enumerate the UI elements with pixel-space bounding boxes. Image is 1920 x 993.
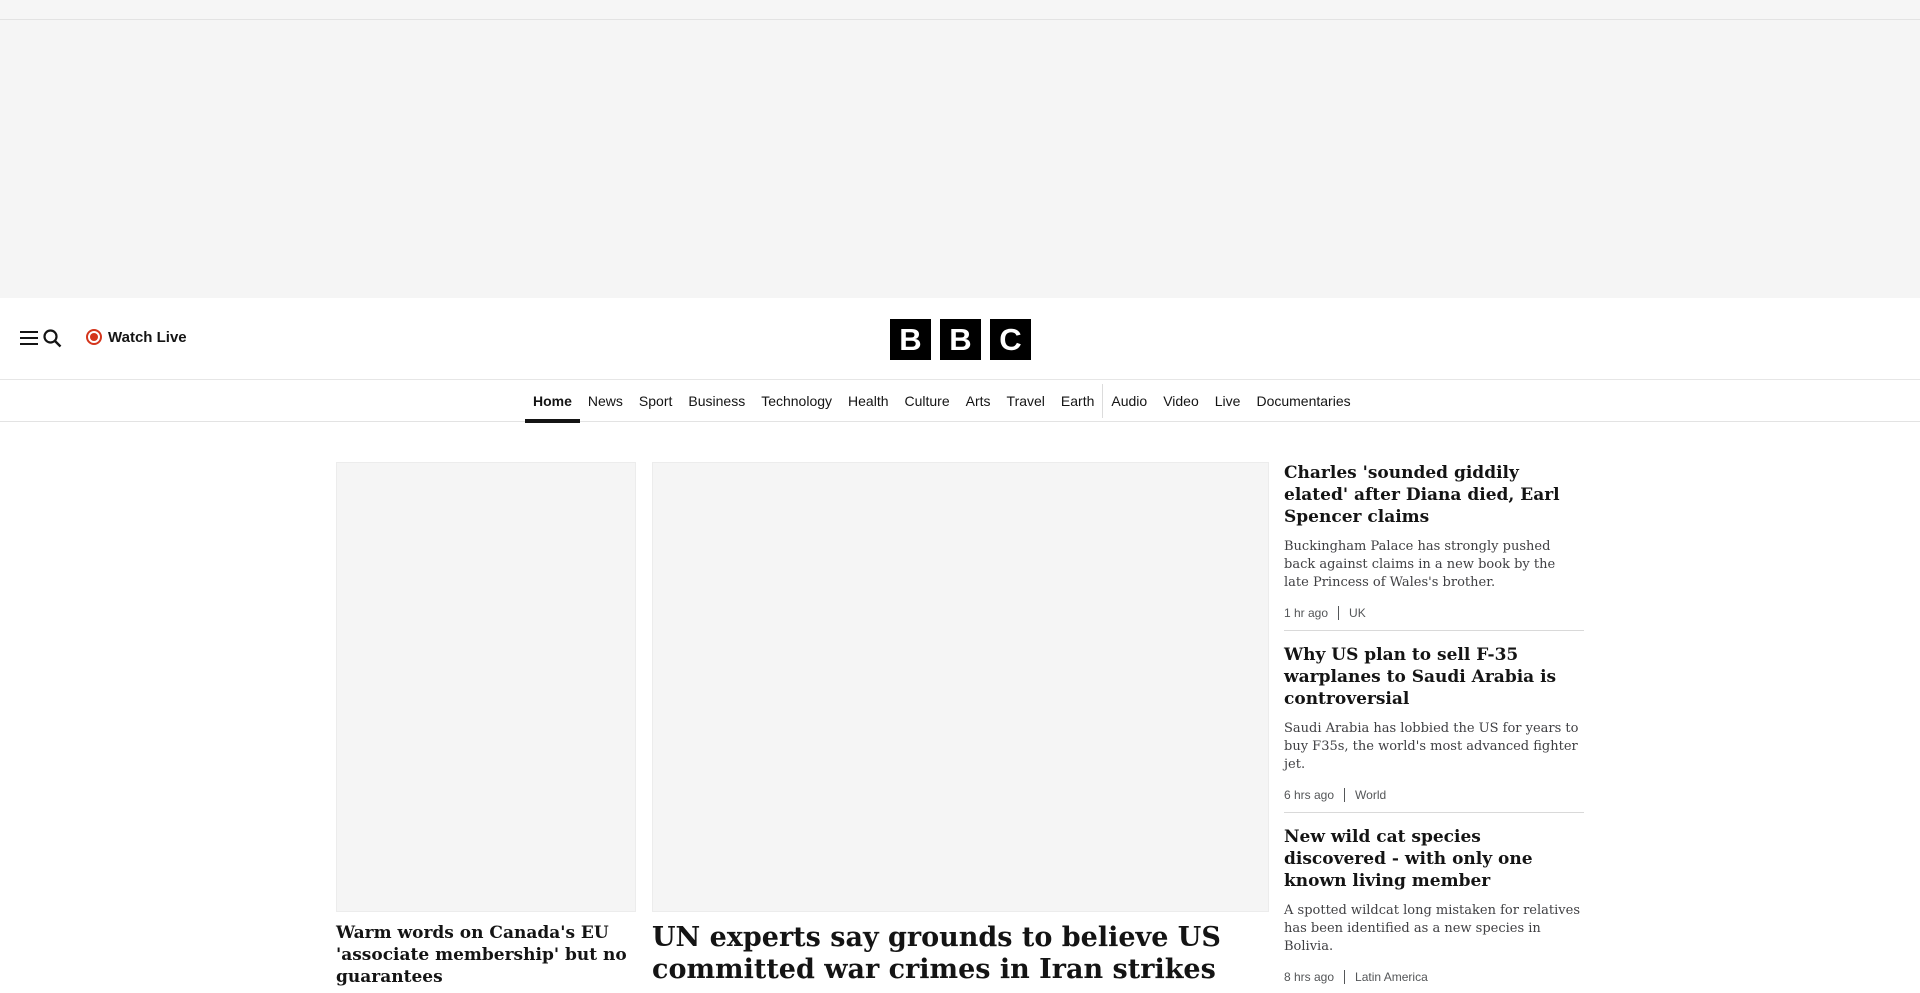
search-icon <box>42 328 62 348</box>
main-story-card[interactable]: UN experts say grounds to believe US com… <box>652 462 1269 986</box>
nav-item-home[interactable]: Home <box>525 380 580 423</box>
story-title[interactable]: New wild cat species discovered - with o… <box>1284 826 1584 892</box>
nav-item-arts[interactable]: Arts <box>958 380 999 422</box>
nav-item-news[interactable]: News <box>580 380 631 422</box>
menu-search-button[interactable] <box>20 324 62 352</box>
primary-navigation: Home News Sport Business Technology Heal… <box>0 380 1920 423</box>
nav-item-technology[interactable]: Technology <box>753 380 840 422</box>
story-timestamp: 1 hr ago <box>1284 606 1329 620</box>
story-meta: 1 hr ago UK <box>1284 606 1584 620</box>
nav-item-health[interactable]: Health <box>840 380 896 422</box>
story-category-link[interactable]: UK <box>1349 606 1366 620</box>
story-category-link[interactable]: Latin America <box>1355 970 1428 984</box>
nav-item-travel[interactable]: Travel <box>999 380 1053 422</box>
logo-block-c: C <box>990 319 1031 360</box>
nav-item-sport[interactable]: Sport <box>631 380 680 422</box>
story-timestamp: 8 hrs ago <box>1284 970 1335 984</box>
nav-item-business[interactable]: Business <box>680 380 753 422</box>
nav-item-culture[interactable]: Culture <box>897 380 958 422</box>
list-item[interactable]: New wild cat species discovered - with o… <box>1284 826 1584 993</box>
left-story-card[interactable]: Warm words on Canada's EU 'associate mem… <box>336 462 636 988</box>
story-timestamp: 6 hrs ago <box>1284 788 1335 802</box>
advertisement-slot <box>0 20 1920 298</box>
right-story-list: Charles 'sounded giddily elated' after D… <box>1284 462 1584 993</box>
nav-list: Home News Sport Business Technology Heal… <box>525 380 1359 423</box>
main-story-title[interactable]: UN experts say grounds to believe US com… <box>652 922 1269 986</box>
bbc-logo[interactable]: B B C <box>890 319 1031 360</box>
nav-item-live[interactable]: Live <box>1207 380 1249 422</box>
meta-divider <box>1344 970 1346 984</box>
watch-live-label: Watch Live <box>108 328 187 346</box>
story-category-link[interactable]: World <box>1355 788 1386 802</box>
story-title[interactable]: Charles 'sounded giddily elated' after D… <box>1284 462 1584 528</box>
list-item[interactable]: Charles 'sounded giddily elated' after D… <box>1284 462 1584 631</box>
menu-icon <box>20 329 40 347</box>
watch-live-button[interactable]: Watch Live <box>86 326 187 348</box>
story-summary: Saudi Arabia has lobbied the US for year… <box>1284 721 1579 772</box>
story-title[interactable]: Why US plan to sell F-35 warplanes to Sa… <box>1284 644 1584 710</box>
left-story-title[interactable]: Warm words on Canada's EU 'associate mem… <box>336 922 636 988</box>
nav-item-video[interactable]: Video <box>1155 380 1207 422</box>
list-item[interactable]: Why US plan to sell F-35 warplanes to Sa… <box>1284 644 1584 813</box>
nav-item-earth[interactable]: Earth <box>1053 380 1102 422</box>
logo-block-b2: B <box>940 319 981 360</box>
main-story-image[interactable] <box>652 462 1269 912</box>
nav-item-documentaries[interactable]: Documentaries <box>1248 380 1358 422</box>
story-meta: 8 hrs ago Latin America <box>1284 970 1584 984</box>
story-meta: 6 hrs ago World <box>1284 788 1584 802</box>
story-summary: A spotted wildcat long mistaken for rela… <box>1284 903 1580 954</box>
meta-divider <box>1338 606 1340 620</box>
logo-block-b1: B <box>890 319 931 360</box>
story-summary: Buckingham Palace has strongly pushed ba… <box>1284 539 1556 590</box>
nav-item-audio[interactable]: Audio <box>1103 380 1155 422</box>
meta-divider <box>1344 788 1346 802</box>
live-indicator-icon <box>86 329 102 345</box>
left-story-image[interactable] <box>336 462 636 912</box>
browser-top-strip <box>0 0 1920 20</box>
masthead: Watch Live B B C <box>0 298 1920 380</box>
